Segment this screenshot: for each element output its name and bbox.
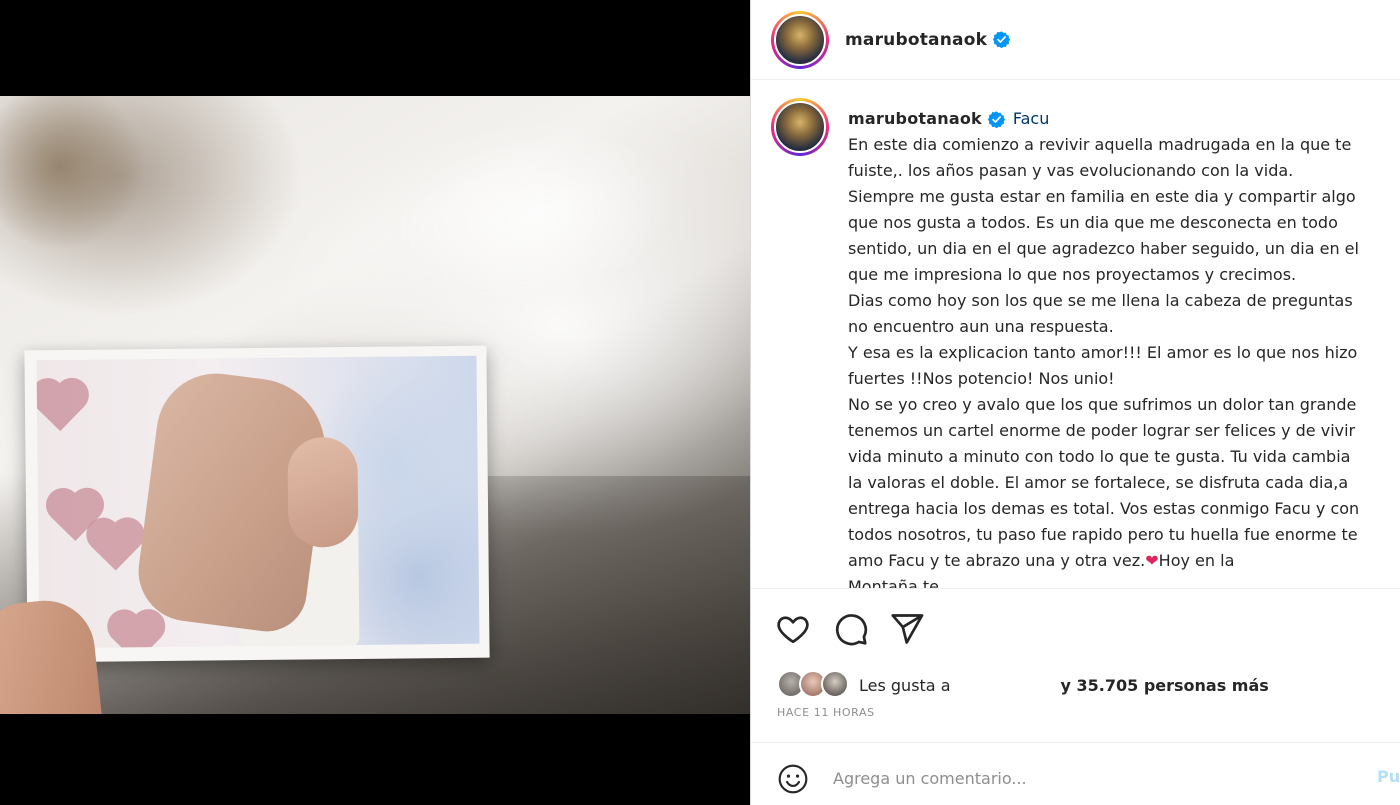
likes-row: Les gusta a y 35.705 personas más (777, 668, 1269, 702)
avatar[interactable] (774, 101, 826, 153)
heart-outline-icon[interactable] (775, 611, 811, 647)
red-heart-emoji: ❤ (1145, 551, 1159, 570)
caption-line: entrega hacia los demas es total. Vos es… (848, 499, 1360, 518)
blanket-heart-pattern (36, 383, 85, 432)
caption-line: la valoras el doble. El amor se fortalec… (848, 473, 1349, 492)
blanket-heart-pattern (91, 522, 140, 571)
liker-avatars[interactable] (777, 670, 851, 700)
caption-line: sentido, un dia en el que agradezco habe… (848, 239, 1359, 258)
caption-line: Siempre me gusta estar en familia en est… (848, 187, 1356, 206)
caption-line: tenemos un cartel enorme de poder lograr… (848, 421, 1356, 440)
caption-line: amo Facu y te abrazo una y otra vez. (848, 551, 1146, 570)
avatar[interactable] (774, 13, 826, 66)
likes-prefix: Les gusta a (859, 675, 951, 695)
caption-line: no encuentro aun una respuesta. (848, 317, 1114, 336)
post-header: marubotanaok (751, 0, 1400, 80)
post-comment-button[interactable]: Pu (1377, 767, 1400, 786)
caption-avatar-ring[interactable] (771, 98, 829, 156)
caption-line: Montaña te ... (848, 577, 960, 588)
baby-hands-photo (36, 355, 480, 649)
comment-input[interactable] (833, 761, 1333, 795)
caption-tag[interactable]: Facu (1013, 106, 1049, 132)
comment-bubble-icon[interactable] (833, 611, 869, 647)
caption-line: fuertes !!Nos potencio! Nos unio! (848, 369, 1115, 388)
caption-area: marubotanaok Facu En este dia comienzo a… (751, 80, 1400, 588)
caption-line: que me impresiona lo que nos proyectamos… (848, 265, 1297, 284)
caption-line: Hoy en la (1158, 551, 1235, 570)
caption-line: que nos gusta a todos. Es un dia que me … (848, 213, 1338, 232)
likes-count[interactable]: y 35.705 personas más (1061, 676, 1269, 695)
post-actions (751, 588, 1400, 668)
caption-line: Y esa es la explicacion tanto amor!!! El… (848, 343, 1358, 362)
verified-badge-icon (993, 31, 1011, 48)
caption-line: todos nosotros, tu paso fue rapido pero … (848, 525, 1358, 544)
comment-bar: Pu (751, 742, 1400, 805)
smiley-icon[interactable] (777, 763, 809, 795)
post-photo (0, 96, 750, 714)
caption-line: Dias como hoy son los que se me llena la… (848, 291, 1353, 310)
background-chair (0, 96, 180, 316)
caption-line-heart: amo Facu y te abrazo una y otra vez.❤Hoy… (848, 548, 1400, 574)
header-username[interactable]: marubotanaok (845, 30, 987, 50)
post-timestamp[interactable]: HACE 11 HORAS (777, 706, 875, 719)
post-media[interactable] (0, 0, 750, 805)
paper-plane-icon[interactable] (889, 611, 925, 647)
caption-line: No se yo creo y avalo que los que sufrim… (848, 395, 1357, 414)
blanket-heart-pattern (112, 614, 161, 649)
printed-photograph (24, 345, 490, 663)
post-side-panel: marubotanaok marubotanaok Facu En este d… (750, 0, 1400, 805)
caption-line: vida minuto a minuto con todo lo que te … (848, 447, 1351, 466)
caption-header: marubotanaok Facu (848, 106, 1400, 132)
verified-badge-icon (987, 110, 1005, 128)
caption-username[interactable]: marubotanaok (848, 106, 982, 132)
avatar[interactable] (821, 670, 849, 698)
baby-hand (287, 436, 359, 548)
caption-text: marubotanaok Facu En este dia comienzo a… (848, 106, 1400, 588)
caption-line: En este dia comienzo a revivir aquella m… (848, 135, 1352, 154)
profile-avatar-ring[interactable] (771, 10, 829, 69)
caption-line: fuiste,. los años pasan y vas evoluciona… (848, 161, 1294, 180)
